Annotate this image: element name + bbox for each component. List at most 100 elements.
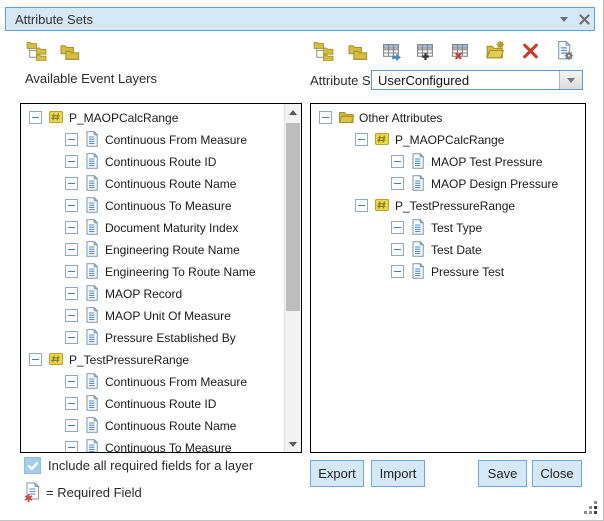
tree-item[interactable]: Pressure Established By (21, 326, 301, 348)
tree-item[interactable]: Continuous Route Name (21, 414, 301, 436)
scrollbar-thumb[interactable] (286, 123, 300, 311)
tree-item-label: P_TestPressureRange (69, 352, 189, 367)
collapse-box[interactable] (65, 133, 78, 146)
collapse-box[interactable] (65, 375, 78, 388)
collapse-box[interactable] (391, 155, 404, 168)
tree-item[interactable]: Pressure Test (311, 260, 585, 282)
delete-icon[interactable] (519, 39, 541, 61)
collapse-box[interactable] (65, 419, 78, 432)
tree-item[interactable]: Continuous To Measure (21, 194, 301, 216)
field-icon (84, 263, 100, 279)
attribute-set-panel: Other Attributes P_MAOPCalcRange MAOP Test… (310, 103, 586, 453)
minus-icon (394, 249, 401, 250)
tree-item[interactable]: Engineering To Route Name (21, 260, 301, 282)
resize-grip[interactable] (581, 498, 597, 514)
collapse-all-icon[interactable] (346, 39, 368, 61)
collapse-box[interactable] (65, 287, 78, 300)
tree-item[interactable]: Continuous From Measure (21, 370, 301, 392)
tree-item[interactable]: Continuous From Measure (21, 128, 301, 150)
scroll-up-button[interactable] (285, 104, 301, 120)
expand-all-icon[interactable] (312, 39, 334, 61)
expand-all-icon[interactable] (25, 39, 47, 61)
tree-item-label: Pressure Established By (105, 330, 236, 345)
collapse-box[interactable] (391, 177, 404, 190)
tree-item[interactable]: P_MAOPCalcRange (21, 106, 301, 128)
tree-item[interactable]: Continuous To Measure (21, 436, 301, 453)
tree-item-label: Continuous From Measure (105, 132, 247, 147)
collapse-box[interactable] (65, 177, 78, 190)
folder-icon (338, 109, 354, 125)
export-button[interactable]: Export (310, 460, 364, 487)
collapse-box[interactable] (29, 353, 42, 366)
new-table-icon[interactable] (414, 39, 436, 61)
vertical-scrollbar[interactable] (284, 104, 301, 452)
tree-item-label: MAOP Test Pressure (431, 154, 543, 169)
collapse-box[interactable] (319, 111, 332, 124)
field-icon (84, 197, 100, 213)
field-icon (84, 395, 100, 411)
collapse-box[interactable] (391, 221, 404, 234)
include-required-fields-checkbox[interactable] (24, 457, 41, 474)
combo-dropdown-button[interactable] (559, 71, 582, 89)
required-field-label: = Required Field (46, 485, 142, 500)
window-menu-icon[interactable] (554, 9, 574, 29)
minus-icon (68, 425, 75, 426)
collapse-box[interactable] (65, 221, 78, 234)
collapse-box[interactable] (65, 243, 78, 256)
tree-item[interactable]: Other Attributes (311, 106, 585, 128)
collapse-box[interactable] (65, 265, 78, 278)
collapse-box[interactable] (65, 441, 78, 454)
required-field-icon: ✱ (23, 482, 41, 502)
properties-icon[interactable] (553, 39, 575, 61)
scroll-down-button[interactable] (285, 436, 301, 452)
tree-item-label: MAOP Design Pressure (431, 176, 558, 191)
attribute-set-combobox[interactable]: UserConfigured (371, 70, 583, 90)
tree-item[interactable]: MAOP Unit Of Measure (21, 304, 301, 326)
tree-item[interactable]: Document Maturity Index (21, 216, 301, 238)
field-icon (84, 131, 100, 147)
save-button[interactable]: Save (478, 460, 527, 487)
tree-item-label: Other Attributes (359, 110, 442, 125)
minus-icon (358, 205, 365, 206)
tree-item-label: Engineering To Route Name (105, 264, 256, 279)
collapse-box[interactable] (65, 397, 78, 410)
collapse-box[interactable] (29, 111, 42, 124)
collapse-box[interactable] (65, 309, 78, 322)
tree-item[interactable]: MAOP Record (21, 282, 301, 304)
tree-item[interactable]: Engineering Route Name (21, 238, 301, 260)
tree-item[interactable]: MAOP Test Pressure (311, 150, 585, 172)
minus-icon (68, 139, 75, 140)
tree-item[interactable]: Continuous Route ID (21, 392, 301, 414)
collapse-box[interactable] (355, 133, 368, 146)
minus-icon (68, 447, 75, 448)
collapse-all-icon[interactable] (58, 39, 80, 61)
collapse-box[interactable] (355, 199, 368, 212)
add-fields-to-set-icon[interactable] (380, 39, 402, 61)
close-icon[interactable] (574, 9, 594, 29)
tree-item[interactable]: P_MAOPCalcRange (311, 128, 585, 150)
close-button[interactable]: Close (532, 460, 582, 487)
field-icon (410, 175, 426, 191)
import-button[interactable]: Import (371, 460, 425, 487)
collapse-box[interactable] (65, 331, 78, 344)
attribute-set-tree: Other Attributes P_MAOPCalcRange MAOP Test… (311, 106, 585, 452)
collapse-box[interactable] (391, 243, 404, 256)
new-attribute-set-icon[interactable] (484, 39, 506, 61)
minus-icon (68, 337, 75, 338)
tree-item[interactable]: P_TestPressureRange (311, 194, 585, 216)
tree-item[interactable]: Test Date (311, 238, 585, 260)
tree-item[interactable]: MAOP Design Pressure (311, 172, 585, 194)
tree-item[interactable]: Test Type (311, 216, 585, 238)
minus-icon (322, 117, 329, 118)
collapse-box[interactable] (391, 265, 404, 278)
tree-item[interactable]: P_TestPressureRange (21, 348, 301, 370)
minus-icon (32, 359, 39, 360)
tree-item-label: Test Type (431, 220, 482, 235)
remove-table-icon[interactable] (449, 39, 471, 61)
tree-item[interactable]: Continuous Route Name (21, 172, 301, 194)
event-layer-icon (48, 109, 64, 125)
tree-item[interactable]: Continuous Route ID (21, 150, 301, 172)
collapse-box[interactable] (65, 199, 78, 212)
tree-item-label: Continuous Route ID (105, 396, 216, 411)
collapse-box[interactable] (65, 155, 78, 168)
